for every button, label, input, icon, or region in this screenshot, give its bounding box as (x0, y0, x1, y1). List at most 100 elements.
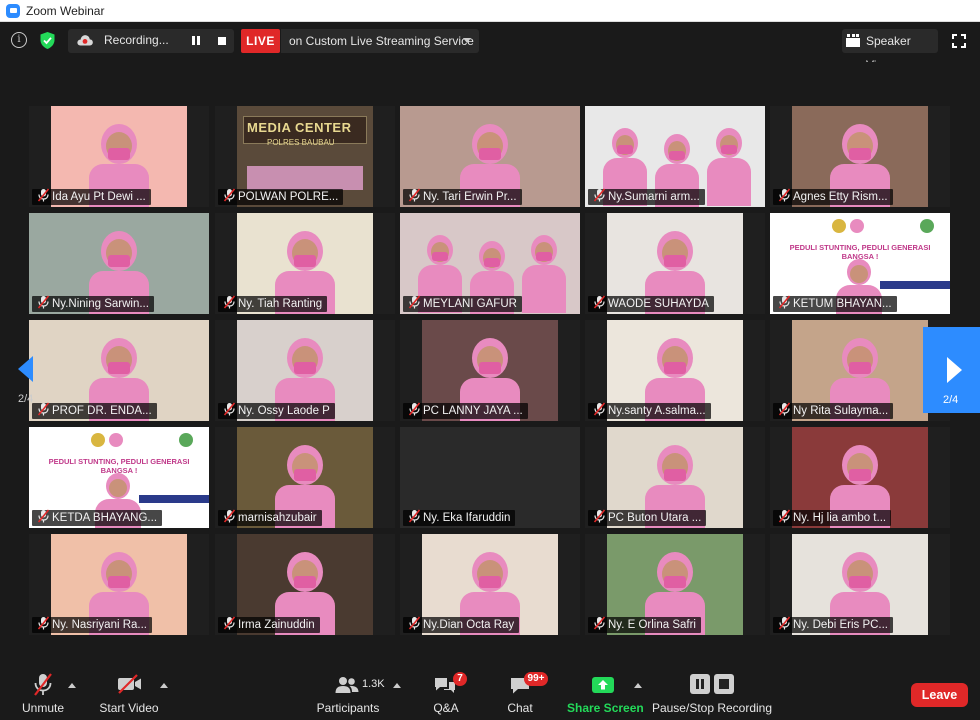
banner-subtext: POLRES BAUBAU (267, 138, 335, 147)
video-options-caret[interactable] (160, 683, 168, 688)
participant-name: marnisahzubair (238, 512, 317, 524)
participants-options-caret[interactable] (393, 683, 401, 688)
participant-name-tag: Ny. Nasriyani Ra... (32, 616, 153, 633)
stop-recording-icon[interactable] (218, 37, 226, 45)
next-page-button[interactable]: 2/4 (923, 327, 980, 413)
participant-name-tag: Ny. Ossy Laode P (218, 402, 335, 419)
participant-tile[interactable]: Ny. Ossy Laode P (215, 320, 395, 421)
participant-name: POLWAN POLRE... (238, 191, 339, 203)
pause-recording-icon[interactable] (192, 36, 201, 45)
microphone-muted-icon (223, 188, 236, 202)
participant-tile[interactable]: WAODE SUHAYDA (585, 213, 765, 314)
microphone-muted-icon (408, 509, 421, 523)
start-video-button[interactable]: Start Video (98, 660, 160, 720)
microphone-muted-icon (778, 616, 791, 630)
participant-name: Irma Zainuddin (238, 619, 315, 631)
microphone-muted-icon (34, 673, 52, 696)
participant-name: Ny. Nasriyani Ra... (52, 619, 148, 631)
participant-name-tag: KETUM BHAYAN... (773, 295, 897, 312)
participant-tile[interactable]: Ida Ayu Pt Dewi ... (29, 106, 209, 207)
participant-name: Agnes Etty Rism... (793, 191, 888, 203)
microphone-muted-icon (593, 616, 606, 630)
recording-label: Recording... (104, 33, 169, 47)
participant-tile[interactable]: Ny. Tiah Ranting (215, 213, 395, 314)
microphone-muted-icon (593, 295, 606, 309)
participant-name-tag: PC Buton Utara ... (588, 509, 707, 526)
participant-tile[interactable]: Ny. Debi Eris PC... (770, 534, 950, 635)
leave-button[interactable]: Leave (911, 683, 968, 707)
chat-button[interactable]: 99+ Chat (500, 660, 548, 720)
pause-stop-recording-button[interactable]: Pause/Stop Recording (650, 660, 774, 720)
encryption-shield-icon[interactable] (39, 31, 56, 50)
microphone-muted-icon (778, 509, 791, 523)
participant-tile[interactable]: Ny.Nining Sarwin... (29, 213, 209, 314)
microphone-muted-icon (408, 616, 421, 630)
pause-stop-recording-icon (690, 674, 734, 694)
audio-options-caret[interactable] (68, 683, 76, 688)
live-stream-dropdown[interactable]: on Custom Live Streaming Service (281, 29, 479, 53)
share-screen-button[interactable]: Share Screen (567, 660, 644, 720)
participant-tile[interactable]: Ny. Nasriyani Ra... (29, 534, 209, 635)
participant-name: Ny.Sumarni arm... (608, 191, 700, 203)
participant-name: PROF DR. ENDA... (52, 405, 152, 417)
participants-icon (335, 677, 359, 693)
chat-badge: 99+ (524, 672, 548, 686)
microphone-muted-icon (408, 402, 421, 416)
participant-tile[interactable]: Ny.santy A.salma... (585, 320, 765, 421)
participant-name: Ny. Tari Erwin Pr... (423, 191, 517, 203)
page-indicator-right: 2/4 (943, 394, 959, 406)
participants-button[interactable]: 1.3K Participants (313, 660, 385, 720)
microphone-muted-icon (408, 188, 421, 202)
participant-name-tag: Ida Ayu Pt Dewi ... (32, 188, 151, 205)
participant-name-tag: Ny. Tari Erwin Pr... (403, 188, 522, 205)
participant-name: Ny.Nining Sarwin... (52, 298, 149, 310)
share-screen-label: Share Screen (567, 701, 644, 715)
start-video-label: Start Video (99, 701, 159, 715)
participant-tile[interactable]: PC Buton Utara ... (585, 427, 765, 528)
share-options-caret[interactable] (634, 683, 642, 688)
microphone-muted-icon (223, 295, 236, 309)
previous-page-button[interactable]: 2/4 (0, 326, 52, 412)
participant-tile[interactable]: Ny. Tari Erwin Pr... (400, 106, 580, 207)
participant-name-tag: Irma Zainuddin (218, 616, 320, 633)
participant-tile[interactable]: PROF DR. ENDA... (29, 320, 209, 421)
participant-name-tag: Ny. E Orlina Safri (588, 616, 701, 633)
participant-tile[interactable]: PEDULI STUNTING, PEDULI GENERASI BANGSA … (29, 427, 209, 528)
participant-name: Ny. Tiah Ranting (238, 298, 323, 310)
chat-label: Chat (507, 701, 533, 715)
participant-name: Ida Ayu Pt Dewi ... (52, 191, 146, 203)
unmute-button[interactable]: Unmute (14, 660, 72, 720)
participant-name: Ny.santy A.salma... (608, 405, 706, 417)
participant-tile[interactable]: PEDULI STUNTING, PEDULI GENERASI BANGSA … (770, 213, 950, 314)
participant-tile[interactable]: MEDIA CENTER POLRES BAUBAU POLWAN POLRE... (215, 106, 395, 207)
participant-tile[interactable]: MEYLANI GAFUR (400, 213, 580, 314)
pause-stop-recording-label: Pause/Stop Recording (651, 701, 773, 715)
participant-name: MEYLANI GAFUR (423, 298, 517, 310)
qa-button[interactable]: 7 Q&A (424, 660, 468, 720)
fullscreen-icon[interactable] (952, 34, 966, 48)
participant-tile[interactable]: Ny. E Orlina Safri (585, 534, 765, 635)
participant-name-tag: Ny.Sumarni arm... (588, 188, 705, 205)
participant-tile[interactable]: Agnes Etty Rism... (770, 106, 950, 207)
participant-name-tag: Ny.Dian Octa Ray (403, 616, 520, 633)
participant-tile[interactable]: Ny. Hj lia ambo t... (770, 427, 950, 528)
participant-name-tag: Ny.santy A.salma... (588, 402, 711, 419)
microphone-muted-icon (37, 616, 50, 630)
participant-name-tag: Ny. Eka Ifaruddin (403, 509, 516, 526)
participant-tile[interactable]: Ny.Sumarni arm... (585, 106, 765, 207)
participant-name: WAODE SUHAYDA (608, 298, 709, 310)
microphone-muted-icon (37, 295, 50, 309)
microphone-muted-icon (223, 509, 236, 523)
chevron-down-icon (463, 38, 471, 43)
participant-tile[interactable]: Ny.Dian Octa Ray (400, 534, 580, 635)
microphone-muted-icon (778, 402, 791, 416)
participant-tile[interactable]: Ny. Eka Ifaruddin (400, 427, 580, 528)
participant-tile[interactable]: marnisahzubair (215, 427, 395, 528)
microphone-muted-icon (778, 295, 791, 309)
participant-name: Ny. Debi Eris PC... (793, 619, 888, 631)
participant-tile[interactable]: Irma Zainuddin (215, 534, 395, 635)
participant-name-tag: Agnes Etty Rism... (773, 188, 893, 205)
info-icon[interactable]: i (11, 32, 27, 48)
participant-tile[interactable]: PC LANNY JAYA ... (400, 320, 580, 421)
window-title: Zoom Webinar (26, 3, 105, 18)
